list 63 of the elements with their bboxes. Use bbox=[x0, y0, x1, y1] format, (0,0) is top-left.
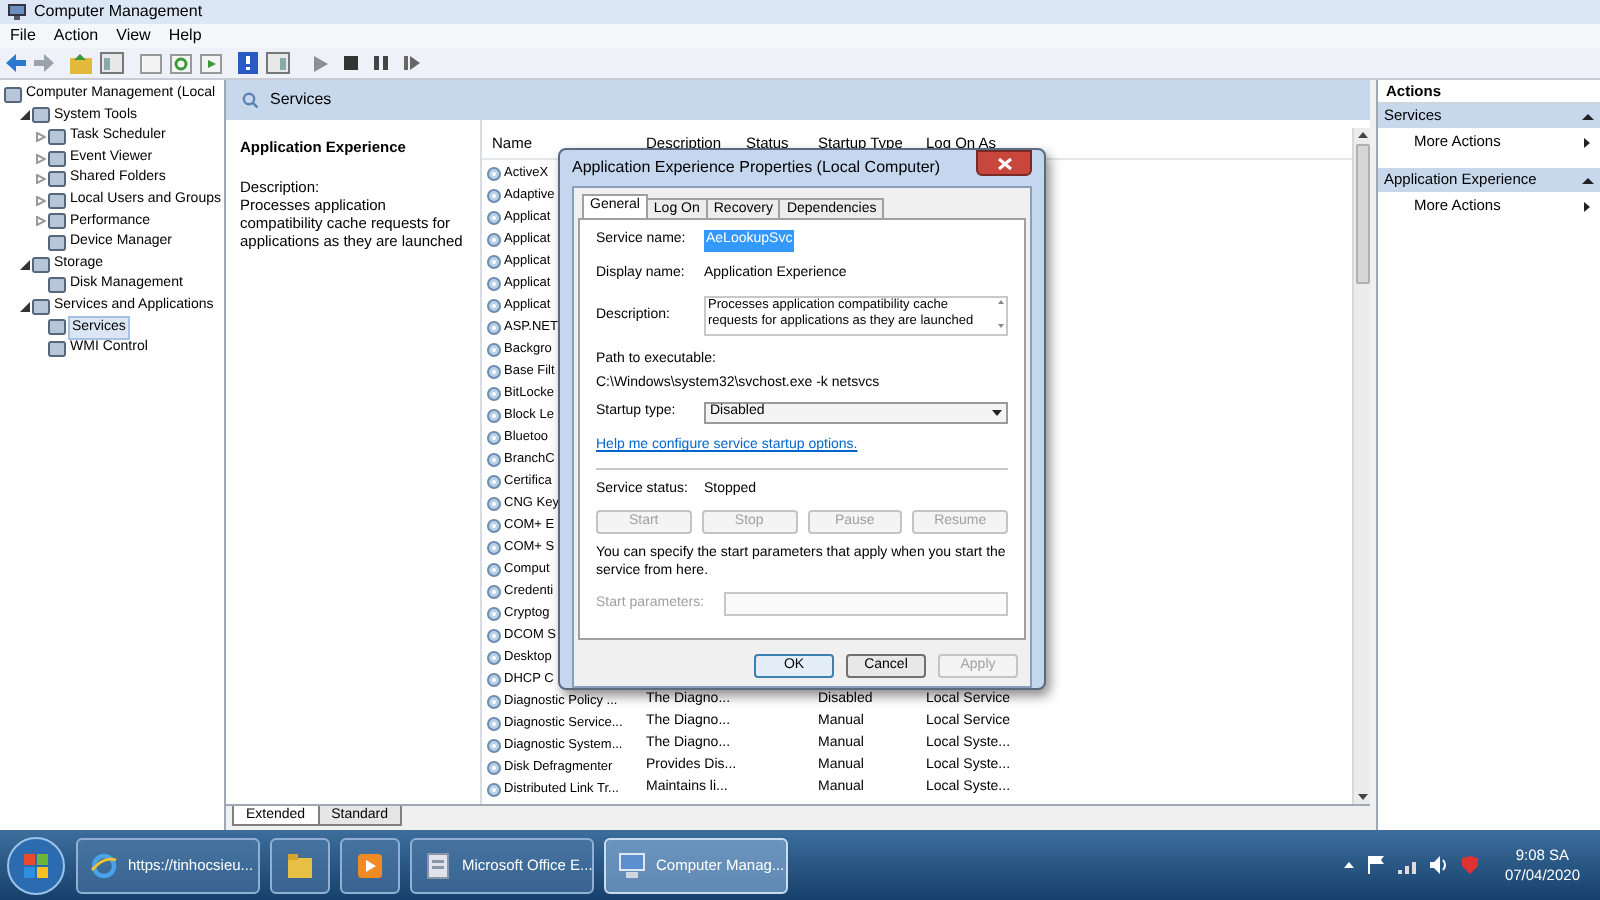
play-icon bbox=[356, 851, 384, 879]
signal-icon[interactable] bbox=[1398, 857, 1417, 873]
tree-pane-icon[interactable] bbox=[100, 52, 124, 74]
menu-item[interactable]: View bbox=[116, 24, 151, 48]
forward-icon[interactable] bbox=[34, 54, 54, 72]
menu-item[interactable]: Action bbox=[53, 24, 99, 48]
node-icon bbox=[32, 255, 50, 274]
pause-icon[interactable] bbox=[374, 56, 388, 70]
scrollbar[interactable] bbox=[1352, 128, 1370, 804]
scroll-up-icon[interactable] bbox=[1357, 132, 1367, 138]
collapse-icon bbox=[1582, 177, 1594, 183]
node-icon bbox=[48, 127, 66, 146]
submenu-arrow-icon bbox=[1584, 137, 1590, 147]
collapsed-icon[interactable] bbox=[36, 174, 46, 185]
node-icon bbox=[48, 191, 66, 210]
node-icon bbox=[48, 339, 66, 358]
restart-icon[interactable] bbox=[404, 56, 420, 70]
action-pane-icon[interactable] bbox=[266, 52, 290, 74]
folder-up-icon[interactable] bbox=[70, 53, 92, 73]
scroll-arrows-icon bbox=[996, 298, 1006, 330]
dropdown-caret-icon bbox=[992, 410, 1002, 416]
close-button[interactable] bbox=[976, 150, 1032, 176]
play-icon[interactable] bbox=[314, 55, 328, 71]
collapsed-icon[interactable] bbox=[36, 195, 46, 206]
computer-icon bbox=[618, 851, 646, 879]
collapsed-icon[interactable] bbox=[36, 216, 46, 227]
node-icon bbox=[48, 233, 66, 252]
scroll-down-icon[interactable] bbox=[1357, 794, 1367, 800]
taskbar-button[interactable] bbox=[270, 837, 330, 893]
browser-icon bbox=[90, 851, 118, 879]
submenu-arrow-icon bbox=[1584, 201, 1590, 211]
node-icon bbox=[48, 276, 66, 295]
search-icon bbox=[242, 92, 258, 108]
taskbar-button[interactable] bbox=[340, 837, 400, 893]
properties-icon[interactable] bbox=[140, 53, 162, 73]
caret-up-icon[interactable] bbox=[1344, 862, 1355, 868]
node-icon bbox=[48, 149, 66, 168]
menu-item[interactable]: Help bbox=[168, 24, 202, 48]
refresh-icon[interactable] bbox=[170, 53, 192, 73]
document-icon bbox=[424, 851, 452, 879]
node-icon bbox=[32, 297, 50, 316]
dialog-title: Application Experience Properties (Local Computer) bbox=[572, 156, 941, 180]
export-icon[interactable] bbox=[200, 53, 222, 73]
help-icon[interactable] bbox=[238, 52, 258, 74]
close-icon bbox=[997, 157, 1011, 169]
menu-item[interactable]: File bbox=[10, 24, 36, 48]
node-icon bbox=[4, 85, 22, 104]
flag-icon[interactable] bbox=[1368, 856, 1385, 874]
node-icon bbox=[32, 106, 50, 125]
window-title: Computer Management bbox=[34, 0, 203, 24]
node-icon bbox=[48, 170, 66, 189]
collapsed-icon[interactable] bbox=[36, 153, 46, 164]
node-icon bbox=[48, 212, 66, 231]
start-parameters-field[interactable] bbox=[724, 592, 1008, 616]
back-icon[interactable] bbox=[6, 54, 26, 72]
collapsed-icon[interactable] bbox=[36, 131, 46, 142]
start-button[interactable] bbox=[6, 835, 66, 895]
section-title: Services bbox=[270, 88, 332, 112]
collapse-icon bbox=[1582, 113, 1594, 119]
computer-icon bbox=[8, 4, 26, 20]
node-icon bbox=[48, 318, 66, 337]
folder-icon bbox=[286, 851, 314, 879]
speaker-icon[interactable] bbox=[1430, 856, 1449, 874]
